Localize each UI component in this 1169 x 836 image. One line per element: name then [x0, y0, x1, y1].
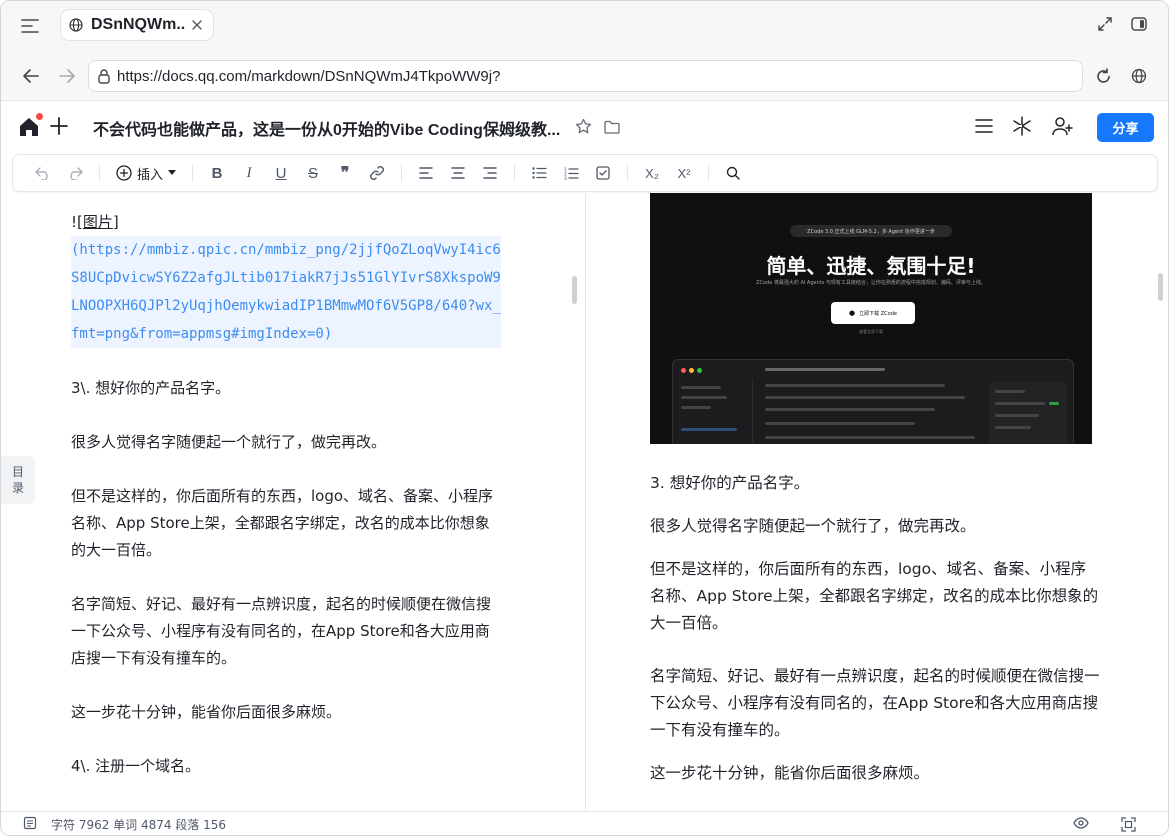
strikethrough-button[interactable]: S — [297, 159, 329, 187]
reload-icon[interactable] — [1092, 65, 1114, 87]
undo-icon[interactable] — [27, 159, 59, 187]
split-view-icon[interactable] — [1130, 15, 1148, 37]
toolbar-divider — [401, 164, 403, 182]
underline-button[interactable]: U — [265, 159, 297, 187]
globe-icon — [69, 18, 83, 32]
site-info-globe-icon[interactable] — [1128, 65, 1150, 87]
share-button[interactable]: 分享 — [1097, 113, 1154, 142]
toolbar-divider — [99, 164, 100, 182]
doc-title[interactable]: 不会代码也能做产品，这是一份从0开始的Vibe Coding保姆级教... — [93, 116, 568, 140]
caret-down-icon — [168, 170, 177, 175]
address-bar-row: https://docs.qq.com/markdown/DSnNQWmJ4Tk… — [1, 51, 1168, 101]
star-icon[interactable] — [575, 118, 592, 139]
source-paragraph: 3\. 想好你的产品名字。 — [71, 379, 231, 397]
numbered-list-icon[interactable]: 123 — [555, 159, 587, 187]
add-collaborator-icon[interactable] — [1051, 116, 1073, 140]
tab-bar: DSnNQWm... — [1, 1, 1168, 51]
align-left-icon[interactable] — [410, 159, 442, 187]
notification-dot — [36, 113, 43, 120]
svg-text:3: 3 — [564, 176, 567, 180]
add-circle-icon — [116, 165, 132, 181]
browser-window: DSnNQWm... https://docs.qq.com/markdown/… — [0, 0, 1169, 836]
bold-button[interactable]: B — [201, 159, 233, 187]
forward-arrow-icon[interactable] — [56, 65, 78, 87]
preview-text: 3. 想好你的产品名字。 很多人觉得名字随便起一个就行了，做完再改。 但不是这样… — [650, 470, 1100, 803]
image-download-button: ● 立即下载 ZCode — [831, 302, 915, 324]
image-subtitle: ZCode 将最强大的 AI Agents 与现有工具链结合，让你在熟悉的流程中… — [756, 280, 986, 286]
image-markup: ![图片] — [71, 213, 119, 231]
preview-paragraph: 名字简短、好记、最好有一点辨识度，起名的时候顺便在微信搜一下公众号、小程序有没有… — [650, 667, 1100, 739]
toc-toggle[interactable]: 目 录 — [1, 456, 35, 504]
insert-label: 插入 — [137, 167, 164, 183]
italic-button[interactable]: I — [233, 159, 265, 187]
align-right-icon[interactable] — [474, 159, 506, 187]
source-paragraph: 这一步花十分钟，能省你后面很多麻烦。 — [71, 703, 342, 721]
toolbar-divider — [708, 164, 710, 182]
toolbar-divider — [627, 164, 629, 182]
preview-pane: ZCode 3.0 正式上线 GLM-5.2，多 Agent 协作更进一步 简单… — [586, 193, 1168, 811]
status-bar: 字符 7962 单词 4874 段落 156 — [1, 811, 1168, 835]
preview-paragraph: 3. 想好你的产品名字。 — [650, 474, 810, 492]
editor-scrollbar[interactable] — [572, 276, 577, 304]
link-icon[interactable] — [361, 159, 393, 187]
lock-icon — [98, 69, 110, 84]
menu-icon[interactable] — [975, 118, 993, 137]
markdown-source[interactable]: ![图片] (https://mmbiz.qpic.cn/mmbiz_png/2… — [71, 209, 501, 807]
insert-menu-button[interactable]: 插入 — [108, 164, 184, 183]
source-paragraph: 很多人觉得名字随便起一个就行了，做完再改。 — [71, 433, 387, 451]
home-icon[interactable] — [17, 113, 43, 139]
superscript-button[interactable]: X² — [668, 159, 700, 187]
fullscreen-icon[interactable] — [1121, 817, 1136, 835]
toolbar-divider — [192, 164, 194, 182]
image-badge: ZCode 3.0 正式上线 GLM-5.2，多 Agent 协作更进一步 — [790, 225, 952, 237]
sidebar-toggle-icon[interactable] — [19, 15, 41, 37]
redo-icon[interactable] — [59, 159, 91, 187]
image-url[interactable]: (https://mmbiz.qpic.cn/mmbiz_png/2jjfQoZ… — [71, 236, 501, 348]
close-icon[interactable] — [189, 17, 205, 33]
document-stats-icon[interactable] — [23, 816, 37, 833]
markdown-editor-pane[interactable]: ![图片] (https://mmbiz.qpic.cn/mmbiz_png/2… — [1, 193, 586, 811]
search-icon[interactable] — [717, 159, 749, 187]
subscript-button[interactable]: X₂ — [636, 159, 668, 187]
expand-icon[interactable] — [1096, 15, 1114, 37]
url-field[interactable]: https://docs.qq.com/markdown/DSnNQWmJ4Tk… — [88, 60, 1083, 92]
format-toolbar: 插入 B I U S ❞ 123 X₂ X² — [12, 154, 1158, 192]
bullet-list-icon[interactable] — [523, 159, 555, 187]
checklist-icon[interactable] — [587, 159, 619, 187]
source-paragraph: 名字简短、好记、最好有一点辨识度，起名的时候顺便在微信搜一下公众号、小程序有没有… — [71, 595, 492, 667]
plus-icon[interactable] — [49, 116, 69, 136]
preview-paragraph: 但不是这样的，你后面所有的东西，logo、域名、备案、小程序名称、App Sto… — [650, 560, 1099, 632]
source-paragraph: 4\. 注册一个域名。 — [71, 757, 201, 775]
document-stats: 字符 7962 单词 4874 段落 156 — [51, 818, 227, 832]
folder-icon[interactable] — [604, 119, 620, 138]
tab-active[interactable]: DSnNQWm... — [61, 10, 213, 40]
apple-icon: ● — [849, 309, 856, 317]
preview-paragraph: 这一步花十分钟，能省你后面很多麻烦。 — [650, 764, 930, 782]
doc-header: 不会代码也能做产品，这是一份从0开始的Vibe Coding保姆级教... 分享 — [1, 101, 1168, 153]
toolbar-divider — [514, 164, 516, 182]
preview-image: ZCode 3.0 正式上线 GLM-5.2，多 Agent 协作更进一步 简单… — [650, 193, 1092, 444]
image-note: 查看全部下载 — [859, 329, 883, 334]
image-headline: 简单、迅捷、氛围十足! — [766, 254, 976, 278]
preview-paragraph: 很多人觉得名字随便起一个就行了，做完再改。 — [650, 517, 976, 535]
align-center-icon[interactable] — [442, 159, 474, 187]
tab-title: DSnNQWm... — [91, 16, 186, 33]
quote-button[interactable]: ❞ — [329, 159, 361, 187]
source-paragraph: 但不是这样的，你后面所有的东西，logo、域名、备案、小程序名称、App Sto… — [71, 487, 494, 559]
ai-assistant-icon[interactable] — [1011, 115, 1033, 141]
back-arrow-icon[interactable] — [20, 65, 42, 87]
eye-icon[interactable] — [1073, 817, 1089, 835]
image-app-window — [672, 359, 1074, 444]
preview-scrollbar[interactable] — [1158, 273, 1163, 301]
url-text: https://docs.qq.com/markdown/DSnNQWmJ4Tk… — [117, 67, 501, 85]
